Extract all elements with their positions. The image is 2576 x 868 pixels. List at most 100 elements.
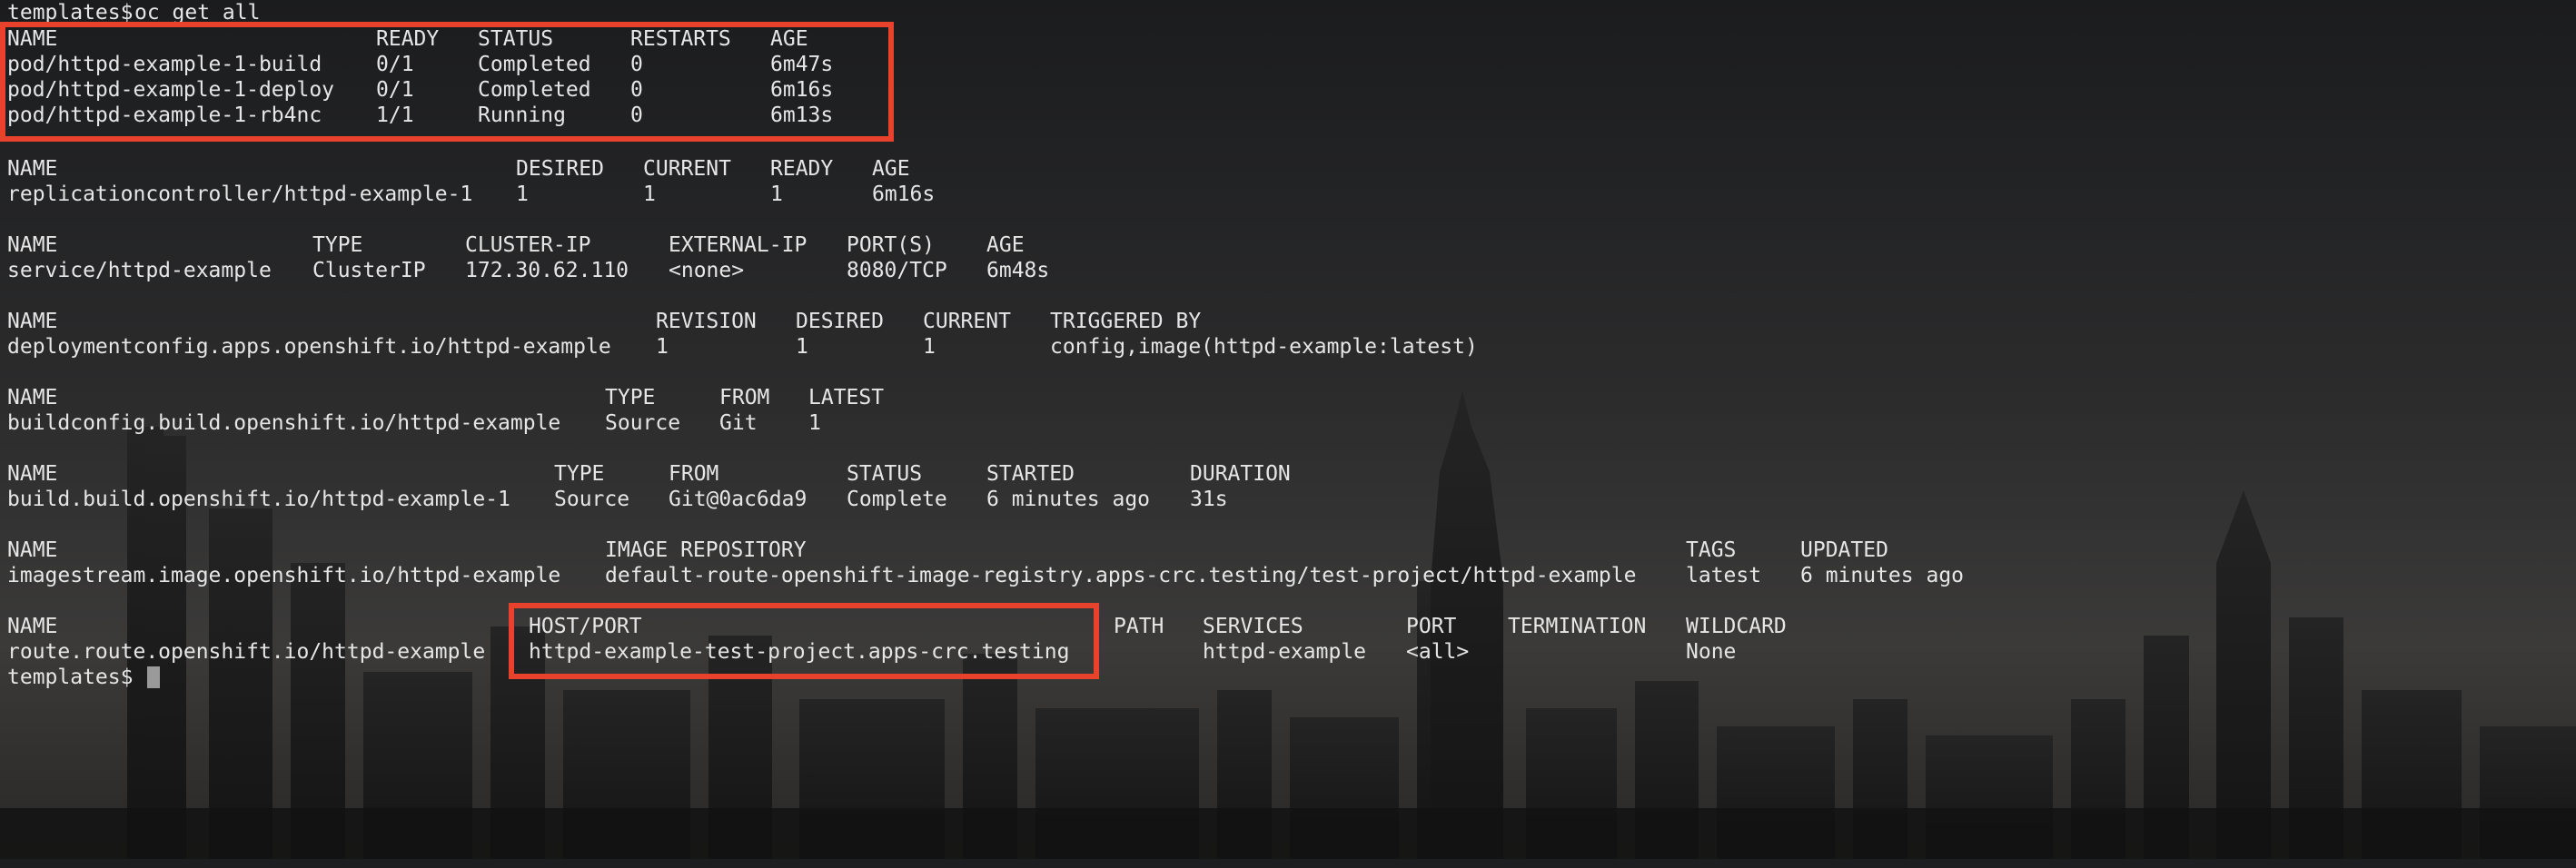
- route-port: <all>: [1406, 640, 1470, 664]
- col-cluster-ip: CLUSTER-IP: [465, 233, 591, 257]
- terminal-output[interactable]: templates$ oc get all NAME READY STATUS …: [7, 0, 2569, 859]
- col-age: AGE: [872, 157, 910, 181]
- prompt: templates$: [7, 666, 134, 689]
- route-host-port: httpd-example-test-project.apps-crc.test…: [529, 640, 1070, 664]
- bc-type: Source: [605, 411, 681, 435]
- pod-name: pod/httpd-example-1-deploy: [7, 78, 335, 102]
- rc-desired: 1: [516, 182, 529, 206]
- build-from: Git@0ac6da9: [669, 488, 807, 511]
- col-ready: READY: [376, 27, 440, 51]
- build-type: Source: [554, 488, 630, 511]
- col-name: NAME: [7, 386, 58, 409]
- col-image-repository: IMAGE REPOSITORY: [605, 538, 807, 562]
- col-name: NAME: [7, 615, 58, 638]
- col-status: STATUS: [847, 462, 923, 486]
- col-name: NAME: [7, 310, 58, 333]
- pod-age: 6m13s: [770, 104, 834, 127]
- dc-current: 1: [923, 335, 936, 359]
- col-updated: UPDATED: [1800, 538, 1888, 562]
- pod-age: 6m16s: [770, 78, 834, 102]
- route-header: NAME HOST/PORT PATH SERVICES PORT TERMIN…: [7, 614, 1787, 639]
- pod-age: 6m47s: [770, 53, 834, 76]
- col-path: PATH: [1114, 615, 1164, 638]
- col-type: TYPE: [605, 386, 656, 409]
- col-type: TYPE: [312, 233, 363, 257]
- table-row: build.build.openshift.io/httpd-example-1…: [7, 487, 1228, 512]
- col-from: FROM: [669, 462, 719, 486]
- is-header: NAME IMAGE REPOSITORY TAGS UPDATED: [7, 538, 1888, 563]
- pod-status: Completed: [478, 78, 591, 102]
- pod-status: Running: [478, 104, 566, 127]
- col-status: STATUS: [478, 27, 554, 51]
- rc-ready: 1: [770, 182, 783, 206]
- service-external-ip: <none>: [669, 259, 745, 282]
- col-type: TYPE: [554, 462, 605, 486]
- pod-ready: 1/1: [376, 104, 414, 127]
- table-row: pod/httpd-example-1-build 0/1 Completed …: [7, 52, 833, 77]
- build-started: 6 minutes ago: [986, 488, 1151, 511]
- col-termination: TERMINATION: [1508, 615, 1647, 638]
- pod-ready: 0/1: [376, 78, 414, 102]
- build-name: build.build.openshift.io/httpd-example-1: [7, 488, 510, 511]
- pod-name: pod/httpd-example-1-rb4nc: [7, 104, 322, 127]
- dc-triggered-by: config,image(httpd-example:latest): [1050, 335, 1478, 359]
- table-row: imagestream.image.openshift.io/httpd-exa…: [7, 563, 1964, 588]
- col-name: NAME: [7, 538, 58, 562]
- col-latest: LATEST: [808, 386, 885, 409]
- is-updated: 6 minutes ago: [1800, 564, 1965, 587]
- build-header: NAME TYPE FROM STATUS STARTED DURATION: [7, 461, 1291, 487]
- service-age: 6m48s: [986, 259, 1050, 282]
- col-external-ip: EXTERNAL-IP: [669, 233, 807, 257]
- prompt-line[interactable]: templates$: [7, 665, 160, 690]
- col-triggered-by: TRIGGERED BY: [1050, 310, 1202, 333]
- service-cluster-ip: 172.30.62.110: [465, 259, 629, 282]
- text-cursor: [147, 666, 160, 688]
- col-current: CURRENT: [923, 310, 1011, 333]
- col-ports: PORT(S): [847, 233, 935, 257]
- is-name: imagestream.image.openshift.io/httpd-exa…: [7, 564, 561, 587]
- pod-status: Completed: [478, 53, 591, 76]
- bc-name: buildconfig.build.openshift.io/httpd-exa…: [7, 411, 561, 435]
- col-desired: DESIRED: [796, 310, 884, 333]
- col-revision: REVISION: [656, 310, 757, 333]
- col-services: SERVICES: [1203, 615, 1303, 638]
- col-started: STARTED: [986, 462, 1075, 486]
- table-row: pod/httpd-example-1-rb4nc 1/1 Running 0 …: [7, 103, 833, 128]
- table-row: replicationcontroller/httpd-example-1 1 …: [7, 182, 935, 207]
- build-status: Complete: [847, 488, 947, 511]
- col-ready: READY: [770, 157, 834, 181]
- pod-name: pod/httpd-example-1-build: [7, 53, 322, 76]
- dc-revision: 1: [656, 335, 669, 359]
- col-duration: DURATION: [1190, 462, 1291, 486]
- col-port: PORT: [1406, 615, 1457, 638]
- rc-header: NAME DESIRED CURRENT READY AGE: [7, 156, 910, 182]
- command-line: templates$ oc get all: [7, 0, 260, 25]
- command-text: oc get all: [134, 1, 261, 25]
- col-wildcard: WILDCARD: [1686, 615, 1787, 638]
- col-name: NAME: [7, 462, 58, 486]
- table-row: pod/httpd-example-1-deploy 0/1 Completed…: [7, 77, 833, 103]
- service-header: NAME TYPE CLUSTER-IP EXTERNAL-IP PORT(S)…: [7, 232, 1025, 258]
- table-row: deploymentconfig.apps.openshift.io/httpd…: [7, 334, 1478, 360]
- table-row: route.route.openshift.io/httpd-example h…: [7, 639, 1736, 665]
- dc-name: deploymentconfig.apps.openshift.io/httpd…: [7, 335, 611, 359]
- prompt: templates$: [7, 1, 134, 25]
- pod-ready: 0/1: [376, 53, 414, 76]
- build-duration: 31s: [1190, 488, 1228, 511]
- dc-desired: 1: [796, 335, 808, 359]
- dc-header: NAME REVISION DESIRED CURRENT TRIGGERED …: [7, 309, 1201, 334]
- service-type: ClusterIP: [312, 259, 426, 282]
- bc-from: Git: [719, 411, 758, 435]
- col-desired: DESIRED: [516, 157, 604, 181]
- rc-name: replicationcontroller/httpd-example-1: [7, 182, 473, 206]
- table-row: service/httpd-example ClusterIP 172.30.6…: [7, 258, 1049, 283]
- service-name: service/httpd-example: [7, 259, 272, 282]
- col-name: NAME: [7, 27, 58, 51]
- col-host-port: HOST/PORT: [529, 615, 642, 638]
- col-from: FROM: [719, 386, 770, 409]
- service-ports: 8080/TCP: [847, 259, 947, 282]
- bc-latest: 1: [808, 411, 821, 435]
- col-restarts: RESTARTS: [630, 27, 731, 51]
- pods-header: NAME READY STATUS RESTARTS AGE: [7, 26, 808, 52]
- is-image-repository: default-route-openshift-image-registry.a…: [605, 564, 1637, 587]
